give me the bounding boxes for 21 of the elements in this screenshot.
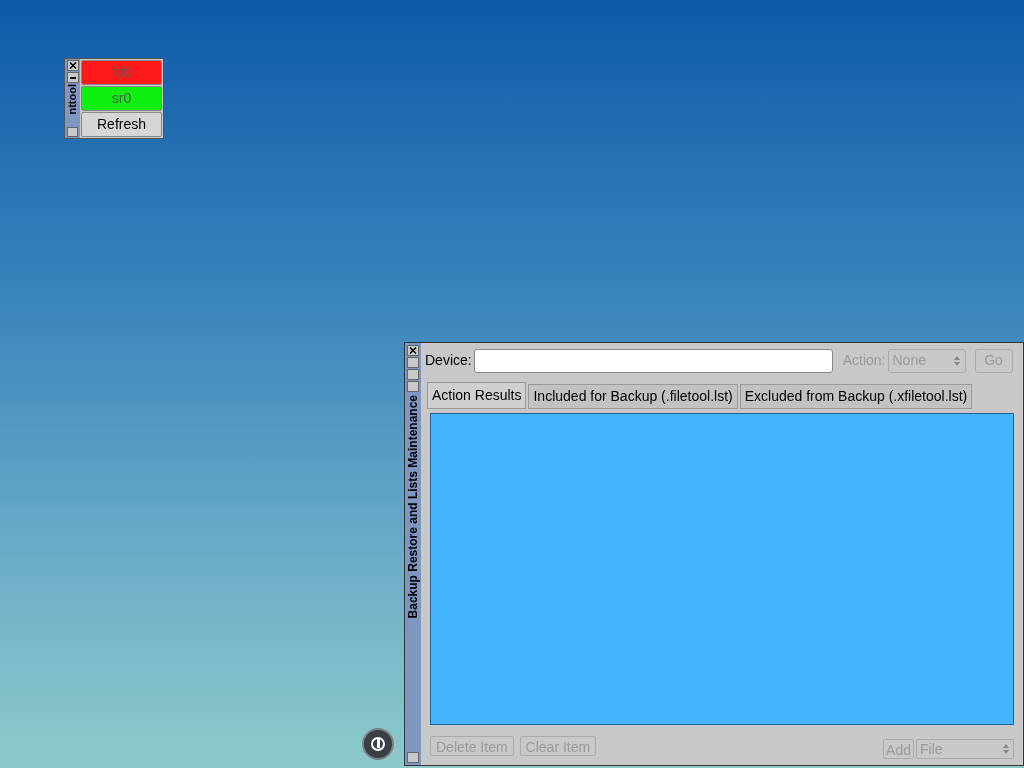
window-menu-button[interactable]	[67, 127, 78, 137]
tab[interactable]: Included for Backup (.filetool.lst)	[528, 384, 738, 410]
device-field[interactable]	[473, 348, 833, 373]
maximize-button[interactable]	[407, 369, 419, 380]
spinner-arrows-icon	[1002, 743, 1010, 755]
close-button[interactable]	[66, 60, 79, 71]
minimize-icon	[69, 76, 76, 79]
power-icon[interactable]	[362, 728, 394, 760]
window-title: Backup Restore and Lists Maintenance	[406, 395, 420, 619]
tab[interactable]: Excluded from Backup (.xfiletool.lst)	[739, 384, 973, 410]
tab[interactable]: Action Results	[427, 382, 527, 410]
spinner-arrows-icon	[952, 354, 961, 367]
minimize-button[interactable]	[66, 72, 79, 83]
drive-button[interactable]: fd0	[81, 60, 162, 85]
close-button[interactable]	[407, 345, 419, 356]
drive-button[interactable]: Refresh	[81, 112, 162, 137]
shade-button[interactable]	[407, 381, 419, 392]
window-title: nttool	[66, 84, 79, 115]
drive-button[interactable]: sr0	[81, 86, 162, 111]
device-label: Device:	[425, 351, 472, 371]
window-menu-button[interactable]	[407, 752, 419, 763]
